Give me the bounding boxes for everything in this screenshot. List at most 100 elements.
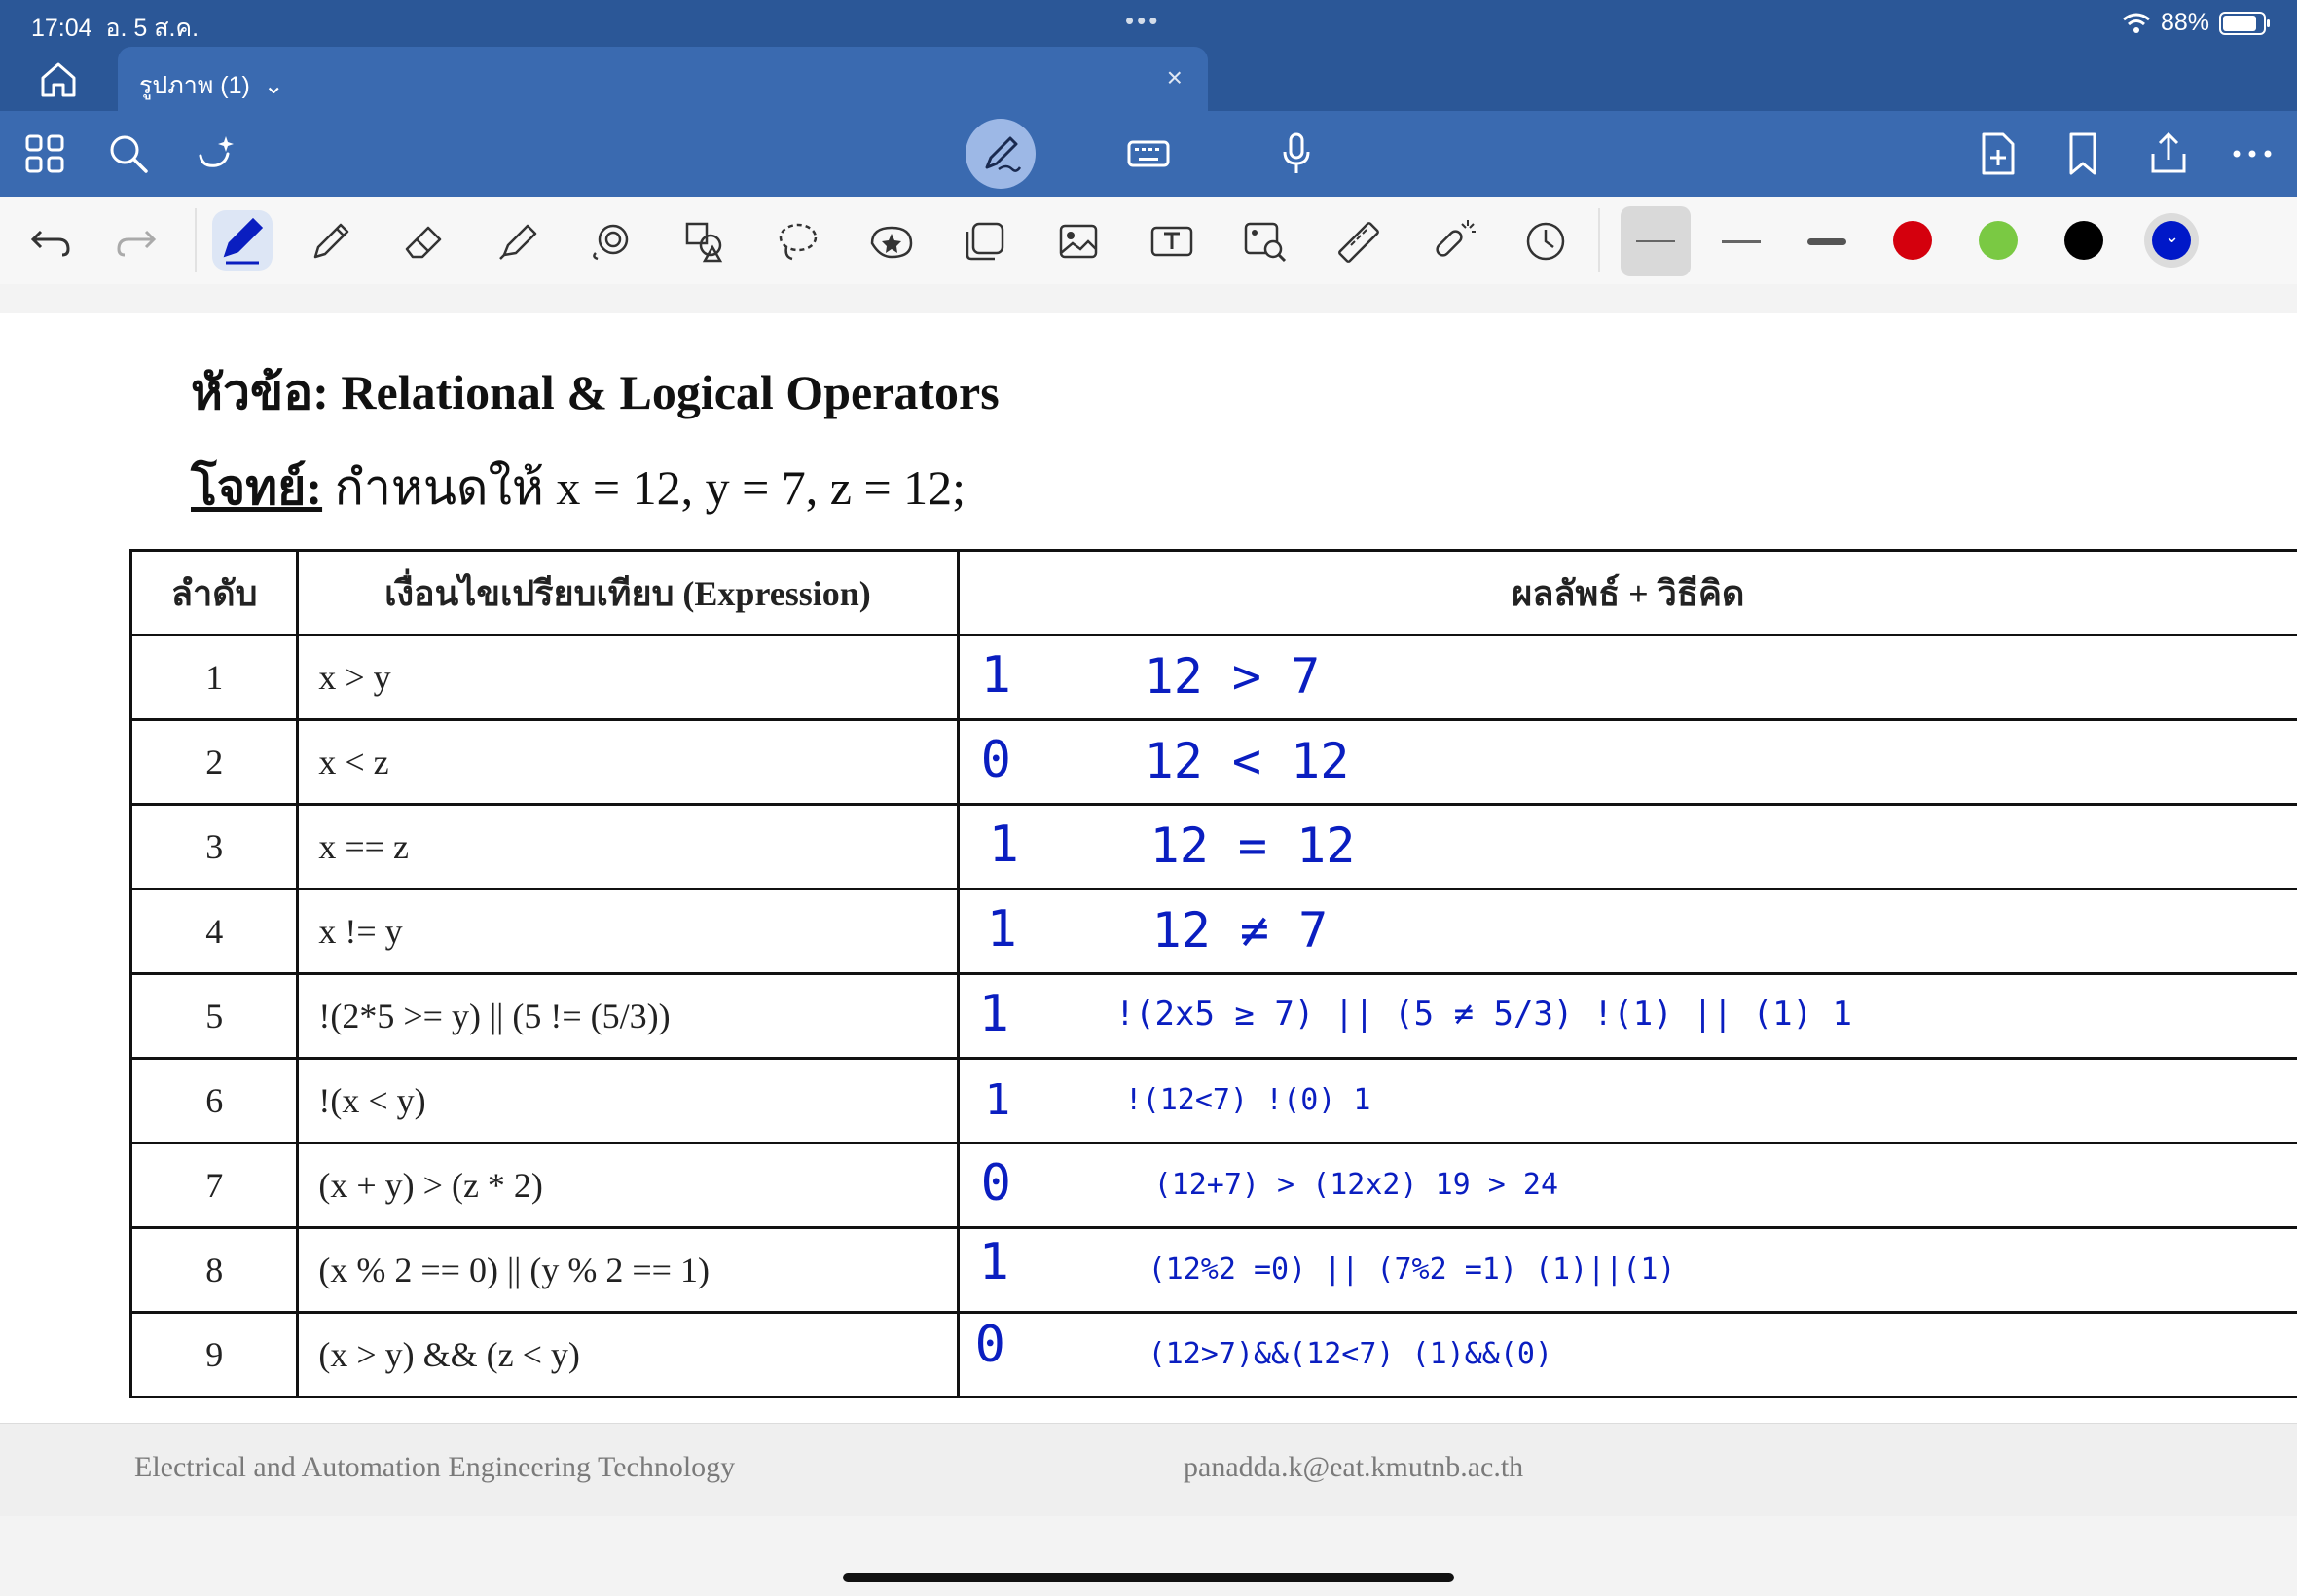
stroke-medium-option[interactable]: [1706, 206, 1776, 276]
row-expression: x == z: [296, 803, 960, 890]
shapes-icon[interactable]: [679, 216, 730, 267]
handwritten-work: 12 = 12: [1149, 817, 1356, 874]
home-icon[interactable]: [35, 58, 82, 101]
color-green-swatch[interactable]: [1979, 221, 2018, 260]
tab-row: รูปภาพ (1) ⌄ ×: [0, 45, 2297, 111]
handwritten-work: 12 ≠ 7: [1151, 902, 1329, 959]
highlighter-icon[interactable]: [492, 216, 543, 267]
handwritten-answer: 1: [988, 816, 1019, 874]
row-expression: !(2*5 >= y) || (5 != (5/3)): [296, 972, 960, 1060]
row-expression: !(x < y): [296, 1057, 960, 1144]
document-tab[interactable]: รูปภาพ (1) ⌄ ×: [118, 47, 1208, 111]
table-row: 8 (x % 2 == 0) || (y % 2 == 1) 1 (12%2 =…: [128, 1226, 2297, 1314]
color-red-swatch[interactable]: [1893, 221, 1932, 260]
pen-icon[interactable]: [212, 210, 273, 271]
battery-icon: [2219, 11, 2270, 35]
pen-mode-button[interactable]: [966, 119, 1036, 189]
text-box-icon[interactable]: [1147, 216, 1197, 267]
bookmark-icon[interactable]: [2060, 130, 2106, 177]
redo-icon[interactable]: [111, 216, 162, 267]
pen-mode-icon: [985, 136, 1022, 172]
document-tab-title: รูปภาพ (1): [139, 72, 250, 99]
sparkle-lasso-icon[interactable]: [193, 130, 239, 177]
problem-text: กำหนดให้ x = 12, y = 7, z = 12;: [322, 460, 966, 515]
table-row: 3 x == z 1 12 = 12: [128, 803, 2297, 890]
ruler-icon[interactable]: [1333, 216, 1384, 267]
row-index: 2: [128, 718, 300, 806]
header-index: ลำดับ: [128, 549, 300, 636]
toolbar-separator: [1598, 208, 1600, 272]
keyboard-icon[interactable]: [1125, 130, 1172, 177]
image-search-icon[interactable]: [1240, 216, 1291, 267]
header-result: ผลลัพธ์ + วิธีคิด: [956, 549, 2297, 636]
battery-percent: 88%: [2160, 9, 2209, 36]
app-top-bar: 17:04 อ. 5 ส.ค. ••• 88% รูปภาพ (1) ⌄ ×: [0, 0, 2297, 197]
spiral-icon[interactable]: [586, 216, 637, 267]
handwritten-answer: 0: [974, 1316, 1005, 1374]
microphone-icon[interactable]: [1273, 130, 1320, 177]
stroke-thick-option[interactable]: [1792, 206, 1862, 276]
handwritten-answer: 1: [978, 985, 1009, 1043]
row-result: 1 12 = 12: [956, 803, 2297, 890]
page-footer: Electrical and Automation Engineering Te…: [0, 1423, 2297, 1516]
handwritten-answer: 1: [984, 1075, 1011, 1125]
row-expression: (x + y) > (z * 2): [296, 1142, 960, 1229]
undo-icon[interactable]: [25, 216, 76, 267]
table-row: 5 !(2*5 >= y) || (5 != (5/3)) 1 !(2x5 ≥ …: [128, 972, 2297, 1060]
row-index: 1: [128, 634, 300, 721]
row-index: 7: [128, 1142, 300, 1229]
sticky-note-icon[interactable]: [960, 216, 1010, 267]
status-bar: 17:04 อ. 5 ส.ค. ••• 88%: [0, 0, 2297, 45]
main-ribbon: [0, 111, 2297, 197]
row-expression: (x > y) && (z < y): [296, 1311, 960, 1398]
handwritten-answer: 1: [980, 646, 1011, 705]
document-canvas[interactable]: หัวข้อ: Relational & Logical Operators โ…: [0, 284, 2297, 1596]
status-time: 17:04 อ. 5 ส.ค.: [31, 15, 200, 42]
pencil-icon[interactable]: [306, 216, 356, 267]
sticker-icon[interactable]: [866, 216, 917, 267]
eraser-icon[interactable]: [399, 216, 450, 267]
close-tab-button[interactable]: ×: [1167, 62, 1183, 93]
problem-label: โจทย์:: [191, 460, 323, 515]
add-page-icon[interactable]: [1974, 130, 2021, 177]
row-expression: (x % 2 == 0) || (y % 2 == 1): [296, 1226, 960, 1314]
grid-icon[interactable]: [21, 130, 68, 177]
row-result: 1 !(12<7) !(0) 1: [956, 1057, 2297, 1144]
table-row: 1 x > y 1 12 > 7: [128, 634, 2297, 721]
row-index: 6: [128, 1057, 300, 1144]
color-blue-selected[interactable]: ⌄: [2144, 213, 2199, 268]
share-icon[interactable]: [2145, 130, 2192, 177]
handwritten-work: !(2x5 ≥ 7) || (5 ≠ 5/3) !(1) || (1) 1: [1114, 995, 1852, 1034]
clock-icon[interactable]: [1520, 216, 1571, 267]
row-result: 0 (12+7) > (12x2) 19 > 24: [956, 1142, 2297, 1229]
handwritten-answer: 0: [980, 731, 1011, 789]
wifi-icon: [2123, 13, 2150, 33]
laser-pointer-icon[interactable]: [1427, 216, 1477, 267]
chevron-down-icon[interactable]: ⌄: [264, 72, 284, 99]
document-page[interactable]: หัวข้อ: Relational & Logical Operators โ…: [0, 313, 2297, 1423]
color-black-swatch[interactable]: [2064, 221, 2103, 260]
handwritten-answer: 0: [980, 1154, 1011, 1213]
handwritten-work: !(12<7) !(0) 1: [1124, 1083, 1371, 1117]
table-row: 6 !(x < y) 1 !(12<7) !(0) 1: [128, 1057, 2297, 1144]
status-right: 88%: [2122, 9, 2270, 37]
chevron-down-icon: ⌄: [2165, 227, 2180, 247]
home-indicator[interactable]: [843, 1573, 1454, 1582]
stroke-thin-option[interactable]: [1621, 206, 1691, 276]
more-icon[interactable]: [2229, 130, 2276, 177]
image-icon[interactable]: [1053, 216, 1104, 267]
row-result: 1 (12%2 =0) || (7%2 =1) (1)||(1): [956, 1226, 2297, 1314]
row-result: 1 12 > 7: [956, 634, 2297, 721]
footer-email: panadda.k@eat.kmutnb.ac.th: [1184, 1451, 1524, 1483]
status-date: อ. 5 ส.ค.: [105, 15, 200, 42]
row-result: 0 (12>7)&&(12<7) (1)&&(0): [956, 1311, 2297, 1398]
problem-statement: โจทย์: กำหนดให้ x = 12, y = 7, z = 12;: [191, 450, 966, 526]
row-expression: x < z: [296, 718, 960, 806]
page-title: หัวข้อ: Relational & Logical Operators: [191, 365, 1000, 419]
multitask-dots-icon[interactable]: •••: [1125, 6, 1160, 36]
row-expression: x > y: [296, 634, 960, 721]
search-icon[interactable]: [105, 130, 152, 177]
row-index: 9: [128, 1311, 300, 1398]
lasso-icon[interactable]: [773, 216, 823, 267]
drawing-toolbar: ⌄: [0, 197, 2297, 285]
